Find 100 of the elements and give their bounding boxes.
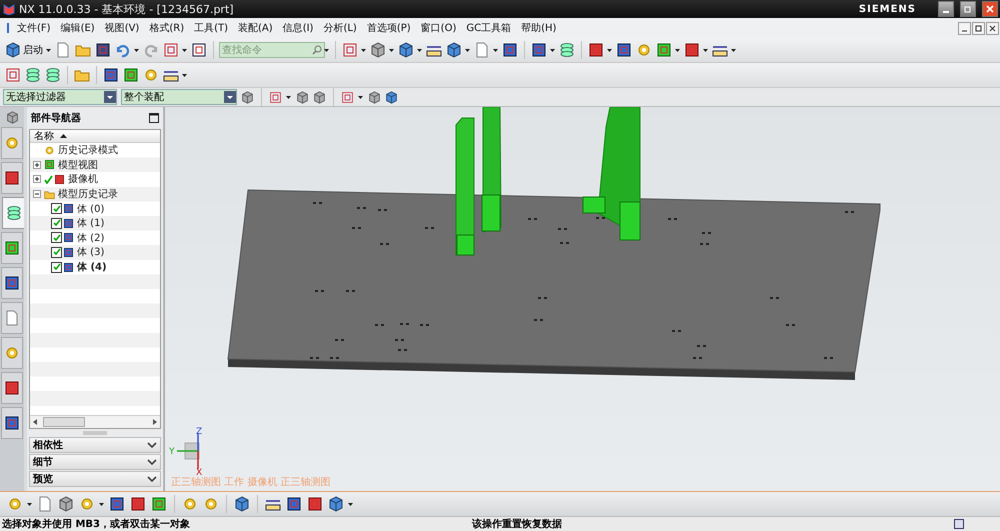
- menu-item[interactable]: 格式(R): [144, 21, 190, 35]
- dropdown-caret-icon: [389, 48, 394, 52]
- cube-icon: [234, 496, 250, 512]
- minus-icon: [34, 191, 40, 198]
- tree-item[interactable]: 体 (3): [77, 245, 104, 260]
- menu-handle-icon: [6, 22, 12, 34]
- dropdown-caret-icon: [703, 48, 708, 52]
- dropdown-caret-icon: [361, 48, 366, 52]
- menu-item[interactable]: 信息(I): [278, 21, 318, 35]
- dropdown-caret-icon: [46, 48, 51, 52]
- close-icon: [989, 24, 996, 32]
- view-label: 正三轴测图 工作 摄像机 正三轴测图: [171, 476, 331, 489]
- tree-item[interactable]: 模型历史记录: [58, 187, 118, 202]
- menu-item[interactable]: 窗口(O): [416, 21, 462, 35]
- block-icon: [58, 496, 74, 512]
- dropdown-caret-icon: [465, 48, 470, 52]
- resource-tab[interactable]: [1, 232, 23, 264]
- filter-dropdown[interactable]: 无选择过滤器: [3, 89, 117, 105]
- tree-item[interactable]: 体 (0): [77, 202, 104, 216]
- status-icon: [954, 519, 964, 529]
- start-button[interactable]: 启动: [4, 39, 44, 61]
- close-icon: [986, 5, 994, 13]
- minimize-button[interactable]: [938, 1, 954, 17]
- expand-toggle[interactable]: [33, 190, 41, 198]
- doc-restore-button[interactable]: [972, 22, 985, 34]
- expand-toggle[interactable]: [33, 160, 41, 169]
- maximize-icon[interactable]: [149, 113, 159, 123]
- tree-item[interactable]: 体 (4): [77, 260, 107, 274]
- doc-minimize-button[interactable]: [958, 22, 971, 34]
- section-header[interactable]: 细节: [29, 454, 161, 470]
- menu-item[interactable]: 文件(F): [12, 21, 56, 35]
- checkbox[interactable]: [51, 203, 62, 214]
- folder-icon: [44, 188, 55, 200]
- menu-item[interactable]: 分析(L): [318, 21, 362, 35]
- close-button[interactable]: [982, 1, 998, 17]
- cube-icon: [385, 90, 398, 104]
- dropdown-caret-icon: [182, 48, 187, 52]
- layers-icon: [25, 67, 41, 83]
- layer-icon: [559, 42, 575, 58]
- sort-arrow-icon: [60, 134, 67, 138]
- stack-icon: [45, 67, 61, 83]
- resource-tab[interactable]: [1, 267, 23, 299]
- navigator-title: 部件导航器: [31, 111, 81, 125]
- dropdown-caret-icon: [607, 48, 612, 52]
- redo-icon: [143, 42, 159, 58]
- menu-item[interactable]: GC工具箱: [461, 21, 516, 35]
- checkbox[interactable]: [51, 232, 62, 244]
- menu-item[interactable]: 编辑(E): [56, 21, 100, 35]
- component-icon: [656, 42, 672, 58]
- tree-item[interactable]: 历史记录模式: [58, 143, 118, 158]
- status-prompt: 选择对象并使用 MB3，或者双击某一对象: [1, 517, 192, 531]
- restore-icon: [964, 5, 972, 13]
- dropdown-caret-icon: [493, 48, 498, 52]
- resource-tab[interactable]: [1, 162, 23, 194]
- tree-item[interactable]: 摄像机: [68, 172, 98, 186]
- dropdown-caret-icon: [324, 48, 329, 52]
- checkbox[interactable]: [51, 262, 62, 273]
- undo-icon: [115, 42, 131, 58]
- dropdown-caret-icon: [348, 502, 353, 506]
- app-logo-icon: [3, 3, 15, 15]
- scroll-right-icon[interactable]: [153, 419, 157, 425]
- dropdown-caret-icon: [675, 48, 680, 52]
- horizontal-scrollbar[interactable]: [30, 415, 160, 428]
- menu-item[interactable]: 工具(T): [189, 21, 234, 35]
- plus-icon: [34, 162, 40, 168]
- tree-item[interactable]: 体 (1): [77, 216, 104, 230]
- section-header[interactable]: 相依性: [29, 437, 161, 453]
- resource-tab[interactable]: [1, 372, 23, 404]
- component-icon: [123, 67, 139, 83]
- checkbox[interactable]: [51, 246, 62, 258]
- menu-item[interactable]: 装配(A): [233, 21, 278, 35]
- restore-button[interactable]: [960, 1, 976, 17]
- search-field[interactable]: 查找命令: [219, 42, 325, 58]
- status-message: 该操作重置恢复数据: [472, 518, 563, 531]
- expand-toggle[interactable]: [33, 175, 41, 184]
- restore-icon: [975, 24, 982, 32]
- section-header[interactable]: 预览: [29, 471, 161, 487]
- menu-item[interactable]: 视图(V): [100, 21, 144, 35]
- dropdown-caret-icon: [417, 48, 422, 52]
- dropdown-caret-icon: [358, 96, 363, 98]
- column-header[interactable]: 名称: [34, 129, 54, 143]
- dropdown-caret-icon: [731, 48, 736, 52]
- new-document-icon: [55, 42, 71, 58]
- splitter-handle[interactable]: [83, 431, 107, 435]
- scroll-left-icon[interactable]: [33, 419, 37, 425]
- plus-icon: [34, 176, 40, 182]
- window-title: NX 11.0.0.33 - 基本环境 - [1234567.prt]: [19, 2, 235, 16]
- menu-item[interactable]: 首选项(P): [362, 21, 416, 35]
- dropdown-caret-icon: [286, 96, 291, 98]
- filter-dropdown[interactable]: 整个装配: [121, 89, 237, 105]
- tree-item[interactable]: 体 (2): [77, 230, 104, 245]
- dropdown-caret-icon: [134, 48, 139, 52]
- brand-logo: SIEMENS: [858, 4, 916, 14]
- doc-close-button[interactable]: [986, 22, 999, 34]
- dropdown-caret-icon: [99, 502, 104, 506]
- checkbox[interactable]: [51, 218, 62, 229]
- resource-tab[interactable]: [1, 407, 23, 439]
- tree-item[interactable]: 模型视图: [58, 158, 98, 172]
- menu-item[interactable]: 帮助(H): [516, 21, 562, 35]
- cube-icon: [398, 42, 414, 58]
